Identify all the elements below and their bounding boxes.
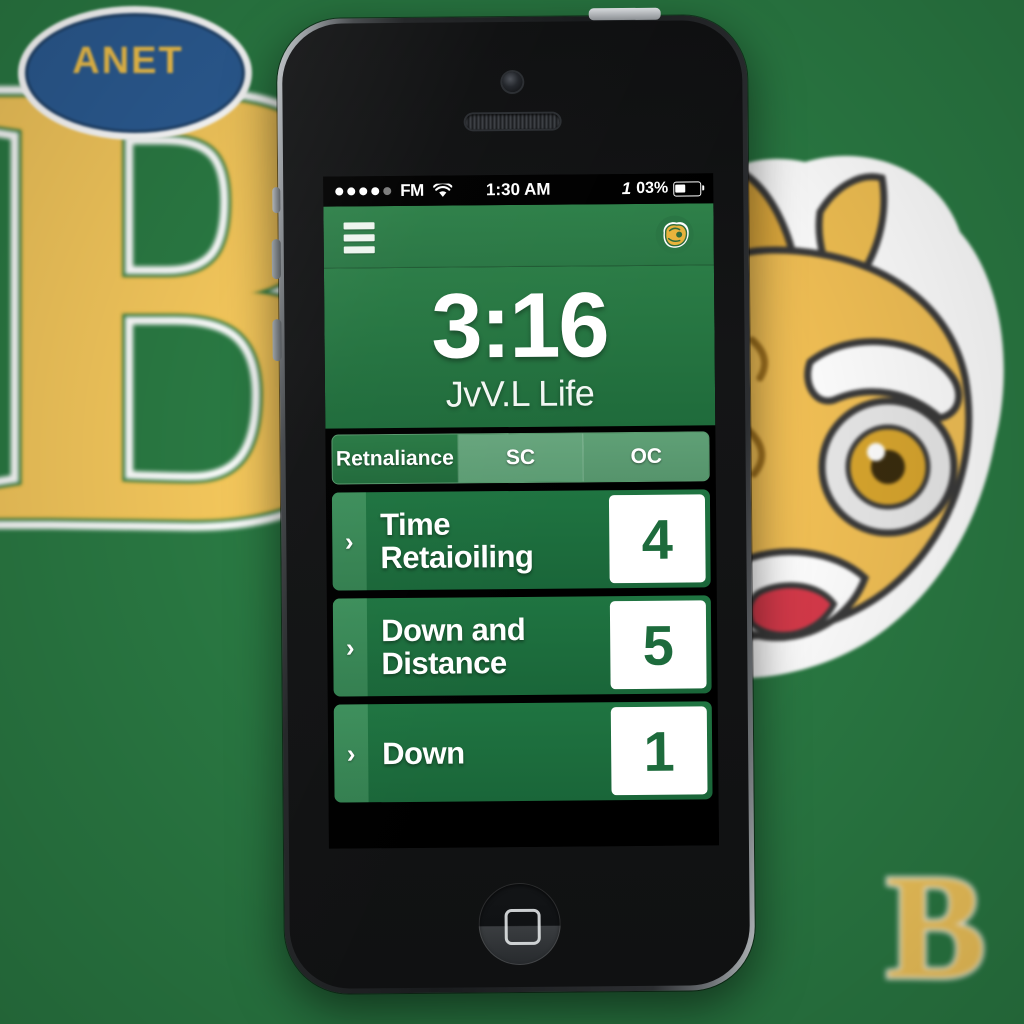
list-item-value[interactable]: 1: [610, 706, 708, 796]
status-bar-right-group: 1 03%: [622, 178, 702, 199]
list-item[interactable]: › Time Retaioiling 4: [331, 489, 711, 591]
volume-up-button[interactable]: [271, 239, 282, 280]
chevron-right-icon: ›: [333, 704, 369, 803]
chevron-right-icon: ›: [332, 598, 368, 697]
silent-switch[interactable]: [272, 187, 281, 214]
status-bar: FM 1:30 AM 1 03%: [323, 173, 714, 207]
list-item-value[interactable]: 5: [609, 600, 707, 690]
segment-retnaliance[interactable]: Retnaliance: [332, 434, 459, 484]
app-nav-bar: [323, 203, 714, 269]
game-clock-subtitle: JvV.L Life: [445, 372, 595, 415]
phone-body: FM 1:30 AM 1 03% 3:16 JvV.L Life Retnali…: [281, 20, 751, 989]
earpiece-speaker-icon: [465, 113, 560, 130]
battery-icon: [673, 180, 702, 197]
battery-fill: [675, 184, 686, 193]
segmented-control[interactable]: Retnaliance SC OC: [331, 431, 710, 485]
screen-bottom-mask: [328, 809, 719, 849]
hamburger-menu-icon[interactable]: [343, 221, 375, 253]
list-item[interactable]: › Down 1: [333, 701, 713, 803]
game-clock: 3:16: [430, 274, 608, 378]
segment-sc[interactable]: SC: [458, 433, 585, 483]
hero-clock-panel: 3:16 JvV.L Life: [323, 265, 716, 429]
phone-screen: FM 1:30 AM 1 03% 3:16 JvV.L Life Retnali…: [323, 173, 719, 849]
battery-percent-label: 03%: [636, 179, 669, 197]
chevron-right-icon: ›: [331, 492, 367, 591]
stat-list: › Time Retaioiling 4 › Down and Distance…: [326, 489, 719, 803]
home-button[interactable]: [478, 882, 562, 966]
list-item-label: Down: [382, 735, 465, 771]
charging-indicator: 1: [621, 178, 632, 199]
home-button-square-icon: [504, 908, 541, 946]
segment-oc[interactable]: OC: [583, 432, 709, 482]
front-camera-icon: [502, 71, 523, 93]
hamburger-bar: [343, 233, 375, 241]
list-item-label: Down and Distance: [380, 611, 526, 682]
volume-down-button[interactable]: [272, 319, 282, 362]
iphone-device: FM 1:30 AM 1 03% 3:16 JvV.L Life Retnali…: [271, 7, 756, 995]
power-button[interactable]: [588, 7, 661, 21]
hamburger-bar: [343, 221, 375, 229]
hamburger-bar: [343, 245, 375, 253]
list-item-label: Time Retaioiling: [380, 506, 534, 576]
list-item-value[interactable]: 4: [608, 494, 706, 584]
list-item[interactable]: › Down and Distance 5: [332, 595, 712, 697]
team-logo-icon[interactable]: [655, 215, 694, 254]
